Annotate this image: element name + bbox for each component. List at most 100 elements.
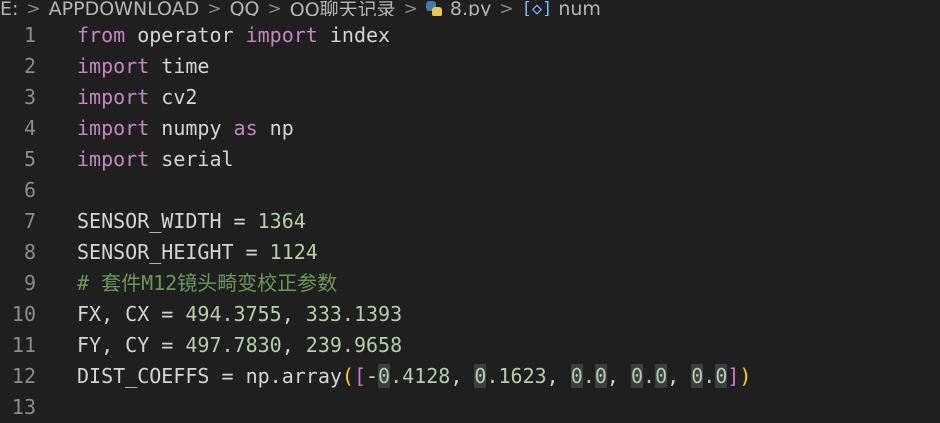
code-token: import <box>77 54 150 78</box>
breadcrumb-separator: > <box>267 0 282 16</box>
code-token: . <box>643 364 656 388</box>
code-editor[interactable]: 1 from operator import index 2 import time 3… <box>0 20 940 419</box>
code-token: , <box>450 364 475 388</box>
line-code: SENSOR_HEIGHT = 1124 <box>77 237 318 268</box>
code-token: operator <box>125 23 246 47</box>
code-token: 333.1393 <box>305 302 403 326</box>
code-token: 0 <box>570 364 583 388</box>
breadcrumb-folder-qq[interactable]: QQ <box>230 0 260 16</box>
code-token: 0 <box>715 364 728 388</box>
code-line[interactable]: 11 FY, CY = 497.7830, 239.9658 <box>0 330 940 361</box>
code-token: cv2 <box>149 85 198 109</box>
line-number: 10 <box>11 302 36 326</box>
line-number: 6 <box>23 178 36 202</box>
code-line[interactable]: 5 import serial <box>0 144 940 175</box>
code-token: - <box>366 364 379 388</box>
code-token: FY, CY = <box>77 333 186 357</box>
line-number: 2 <box>23 54 36 78</box>
code-token: 0 <box>594 364 607 388</box>
line-number: 11 <box>11 333 36 357</box>
breadcrumb-separator: > <box>207 0 222 16</box>
code-token: import <box>77 85 150 109</box>
line-number: 5 <box>23 147 36 171</box>
line-code: FY, CY = 497.7830, 239.9658 <box>77 330 402 361</box>
line-number: 3 <box>23 85 36 109</box>
code-token: SENSOR_WIDTH = <box>77 209 258 233</box>
code-token: import <box>77 147 150 171</box>
line-number: 1 <box>23 23 36 47</box>
line-code: import serial <box>77 144 234 175</box>
code-token: 0 <box>631 364 644 388</box>
code-token: 0 <box>474 364 487 388</box>
code-token: , <box>281 302 306 326</box>
code-token: .4128 <box>390 364 451 388</box>
code-token: , <box>281 333 306 357</box>
code-token: . <box>703 364 716 388</box>
python-file-icon <box>425 0 442 16</box>
line-code: DIST_COEFFS = np.array([-0.4128, 0.1623,… <box>77 361 751 392</box>
code-line[interactable]: 1 from operator import index <box>0 20 940 51</box>
code-line[interactable]: 6 <box>0 175 940 206</box>
code-line[interactable]: 9 # 套件M12镜头畸变校正参数 <box>0 268 940 299</box>
breadcrumb-folder-appdownload[interactable]: APPDOWNLOAD <box>49 0 200 16</box>
code-token: index <box>317 23 391 47</box>
code-token: . <box>582 364 595 388</box>
breadcrumb-folder-chat[interactable]: QQ聊天记录 <box>290 0 396 16</box>
code-token: , <box>606 364 631 388</box>
code-line[interactable]: 7 SENSOR_WIDTH = 1364 <box>0 206 940 237</box>
breadcrumb: E: > APPDOWNLOAD > QQ > QQ聊天记录 > 8.py > … <box>0 0 940 16</box>
code-token: as <box>233 116 258 140</box>
code-token: 494.3755 <box>185 302 282 326</box>
variable-symbol-icon: [◇] <box>521 0 553 16</box>
breadcrumb-drive[interactable]: E: <box>0 0 18 16</box>
code-token: from <box>77 23 126 47</box>
code-line[interactable]: 4 import numpy as np <box>0 113 940 144</box>
code-token: , <box>546 364 571 388</box>
breadcrumb-file[interactable]: 8.py <box>450 0 491 16</box>
code-line[interactable]: 10 FX, CX = 494.3755, 333.1393 <box>0 299 940 330</box>
code-token: SENSOR_HEIGHT = <box>77 240 270 264</box>
code-token: , <box>667 364 692 388</box>
code-token: DIST_COEFFS = np.array <box>77 364 342 388</box>
line-code: # 套件M12镜头畸变校正参数 <box>77 268 337 299</box>
code-line[interactable]: 12 DIST_COEFFS = np.array([-0.4128, 0.162… <box>0 361 940 392</box>
code-token: [ <box>353 364 366 388</box>
code-token: np <box>257 116 294 140</box>
code-token: 239.9658 <box>305 333 403 357</box>
line-code: import numpy as np <box>77 113 294 144</box>
line-code: import time <box>77 51 209 82</box>
line-number: 12 <box>11 364 36 388</box>
breadcrumb-separator: > <box>26 0 41 16</box>
breadcrumb-separator: > <box>403 0 418 16</box>
code-token: ) <box>739 364 752 388</box>
code-token: ( <box>341 364 354 388</box>
code-token: # 套件M12镜头畸变校正参数 <box>77 271 338 295</box>
code-token: 1124 <box>269 240 318 264</box>
code-line[interactable]: 8 SENSOR_HEIGHT = 1124 <box>0 237 940 268</box>
line-number: 9 <box>23 271 36 295</box>
code-token: 0 <box>655 364 668 388</box>
line-number: 13 <box>11 395 36 419</box>
code-line[interactable]: 3 import cv2 <box>0 82 940 113</box>
line-code: SENSOR_WIDTH = 1364 <box>77 206 306 237</box>
code-token: FX, CX = <box>77 302 186 326</box>
code-token: 1364 <box>257 209 306 233</box>
code-line[interactable]: 13 <box>0 392 940 419</box>
code-token: import <box>245 23 318 47</box>
line-code: FX, CX = 494.3755, 333.1393 <box>77 299 402 330</box>
code-token: numpy <box>149 116 234 140</box>
code-token: time <box>149 54 210 78</box>
line-code: from operator import index <box>77 20 390 51</box>
code-line[interactable]: 2 import time <box>0 51 940 82</box>
breadcrumb-separator: > <box>499 0 514 16</box>
code-token: 0 <box>378 364 391 388</box>
code-token: 0 <box>691 364 704 388</box>
code-token: .1623 <box>486 364 547 388</box>
line-number: 7 <box>23 209 36 233</box>
line-code: import cv2 <box>77 82 197 113</box>
line-number: 4 <box>23 116 36 140</box>
code-token: ] <box>727 364 740 388</box>
breadcrumb-symbol[interactable]: num <box>558 0 601 16</box>
breadcrumb-row: E: > APPDOWNLOAD > QQ > QQ聊天记录 > 8.py > … <box>0 0 601 16</box>
code-token: serial <box>149 147 234 171</box>
